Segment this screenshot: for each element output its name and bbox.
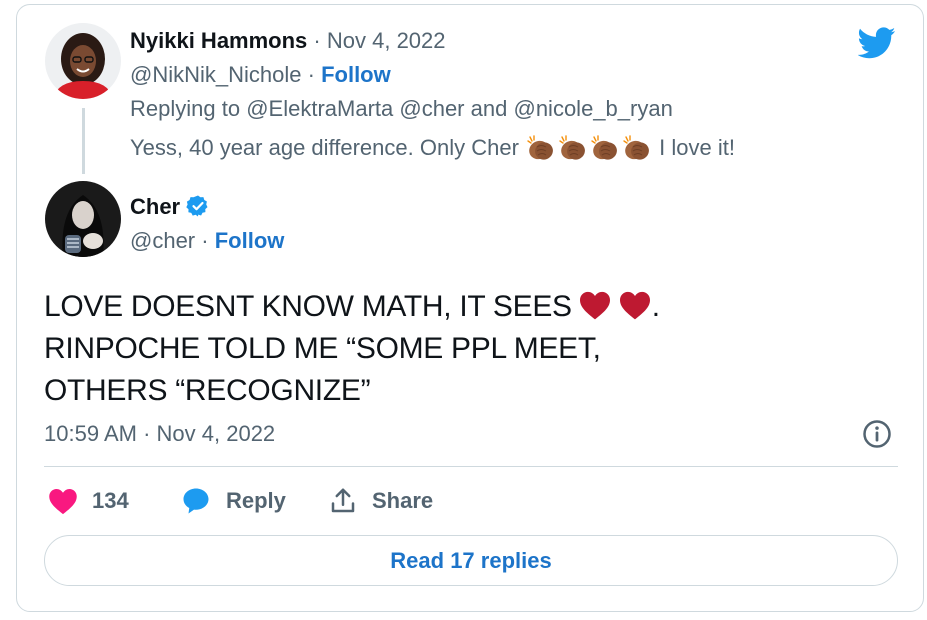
reply-button[interactable]: Reply [180,484,286,518]
main-handle[interactable]: @cher [130,228,195,253]
replying-to-prefix: Replying to [130,96,241,121]
avatar-cher[interactable] [45,181,121,257]
speech-bubble-icon [183,488,209,514]
action-divider [44,466,898,467]
tweet-time: 10:59 AM [44,421,137,446]
main-handle-separator: · [201,228,209,253]
handle-separator: · [307,62,315,87]
read-replies-button[interactable]: Read 17 replies [44,535,898,586]
reply-text: Yess, 40 year age difference. Only Cher … [130,135,735,161]
reply-author-name[interactable]: Nyikki Hammons [130,28,307,53]
thread-connector-line [82,108,85,174]
like-button[interactable]: 134 [48,484,129,518]
clapping-hands-icon [559,135,585,160]
tweet-line-2: RINPOCHE TOLD ME “SOME PPL MEET, [44,332,601,365]
main-tweet-text: LOVE DOESNT KNOW MATH, IT SEES. RINPOCHE… [44,286,660,412]
reply-label: Reply [226,488,286,513]
mention-nicole-b-ryan[interactable]: @nicole_b_ryan [513,96,672,121]
red-heart-icon [579,291,610,320]
timestamp-separator: · [143,421,151,446]
twitter-bird-icon[interactable] [858,26,896,60]
verified-badge-icon [186,195,208,217]
reply-text-end: I love it! [659,135,735,160]
reply-text-main: Yess, 40 year age difference. Only Cher [130,135,519,160]
share-upload-icon [331,488,355,513]
main-author-row: Cher [130,194,210,220]
info-icon[interactable] [862,419,892,449]
tweet-line-3: OTHERS “RECOGNIZE” [44,374,371,407]
red-heart-icon [619,291,650,320]
main-handle-row: @cher · Follow [130,228,284,254]
replying-to-row: Replying to @ElektraMarta @cher and @nic… [130,96,673,122]
tweet-line-1-text: LOVE DOESNT KNOW MATH, IT SEES [44,290,572,323]
main-author-name[interactable]: Cher [130,194,180,219]
tweet-line-1: LOVE DOESNT KNOW MATH, IT SEES. [44,286,660,328]
share-label: Share [372,488,434,513]
reply-author-row: Nyikki Hammons · Nov 4, 2022 [130,28,446,54]
reply-handle-row: @NikNik_Nichole · Follow [130,62,391,88]
read-replies-label: Read 17 replies [390,547,552,573]
follow-cher-link[interactable]: Follow [215,228,285,253]
tweet-date: Nov 4, 2022 [156,421,276,446]
follow-nyikki-link[interactable]: Follow [321,62,391,87]
reply-date[interactable]: Nov 4, 2022 [327,28,446,53]
tweet-line-1-period: . [651,290,660,323]
clapping-hands-icon [591,135,617,160]
avatar-nyikki[interactable] [45,23,121,99]
clapping-hands-group [525,135,653,160]
mention-cher[interactable]: @cher [399,96,464,121]
clapping-hands-icon [527,135,553,160]
tweet-timestamp[interactable]: 10:59 AM · Nov 4, 2022 [44,421,275,447]
like-count: 134 [92,488,129,513]
mention-elektramarta[interactable]: @ElektraMarta [246,96,393,121]
heart-icon [49,489,77,515]
date-separator: · [313,28,321,53]
clapping-hands-icon [623,135,649,160]
replying-and: and [470,96,508,121]
reply-handle[interactable]: @NikNik_Nichole [130,62,302,87]
share-button[interactable]: Share [328,484,433,518]
